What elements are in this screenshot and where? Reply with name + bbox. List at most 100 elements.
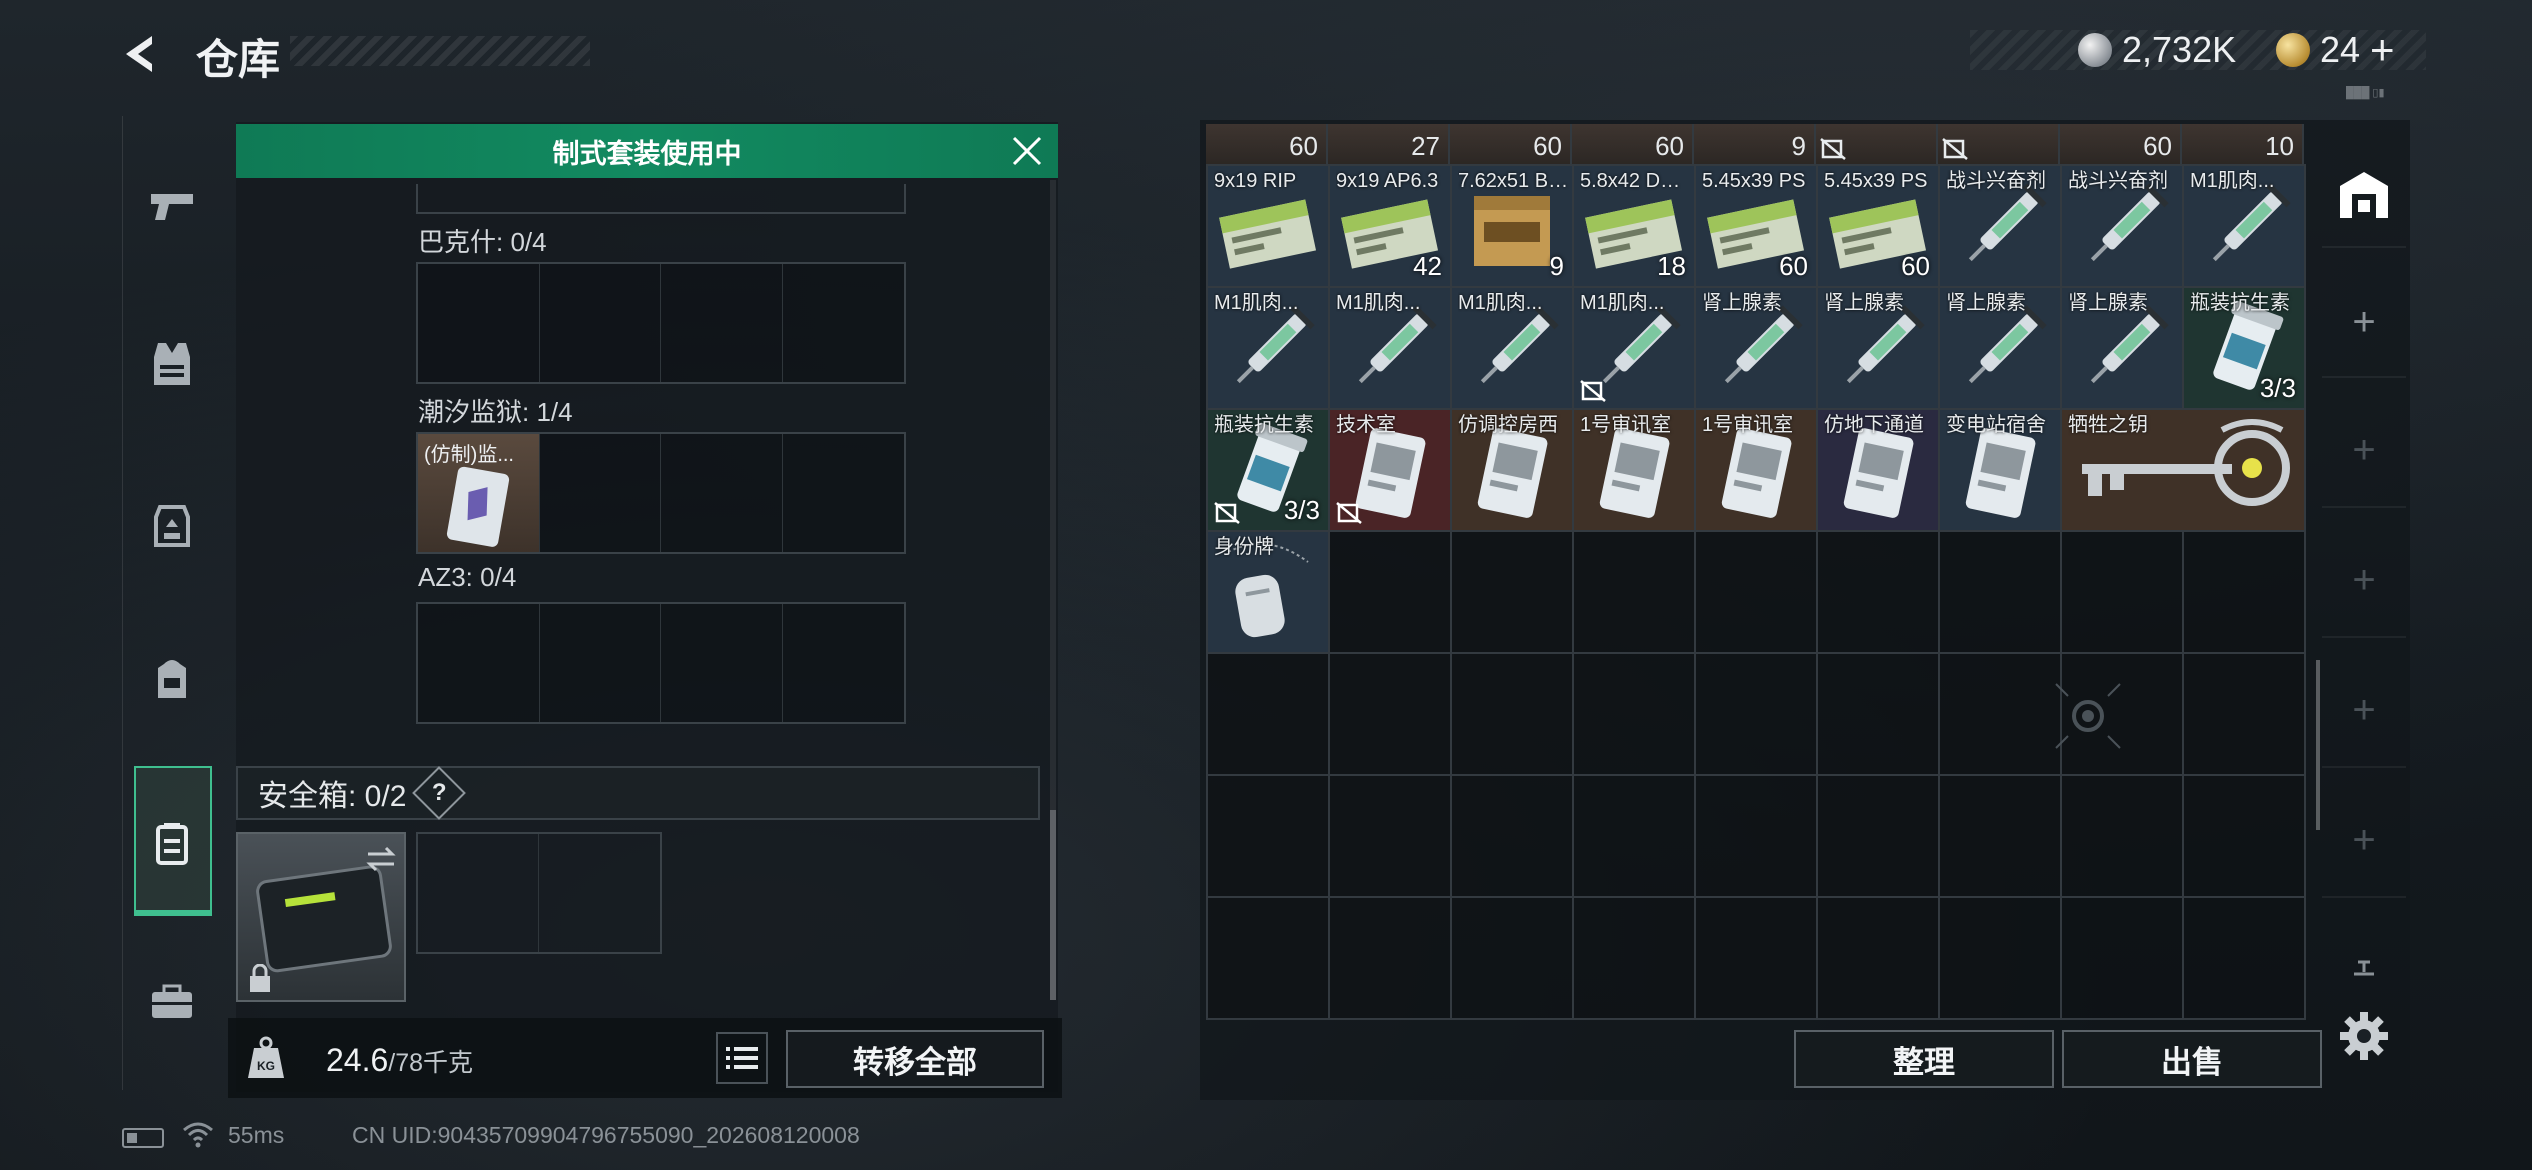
loadout-scroll-thumb[interactable] — [1050, 810, 1056, 1000]
stash-cell-partial[interactable] — [1938, 124, 2060, 164]
stash-cell-partial[interactable]: 27 — [1328, 124, 1450, 164]
slot-grid[interactable]: (仿制)监... — [416, 432, 906, 554]
stash-item[interactable]: M1肌肉... — [2184, 166, 2304, 286]
stash-cell-partial[interactable]: 60 — [1206, 124, 1328, 164]
slot-label: 巴克什: 0/4 — [418, 227, 547, 257]
gold-currency[interactable]: 24 + — [2276, 26, 2395, 74]
stash-tab-main[interactable] — [2330, 160, 2398, 228]
close-icon[interactable] — [1010, 134, 1044, 168]
stash-item[interactable]: 技术室 — [1330, 410, 1450, 530]
item-quantity: 60 — [1901, 251, 1930, 281]
list-view-button[interactable] — [716, 1032, 768, 1084]
stash-cell-partial[interactable]: 60 — [1572, 124, 1694, 164]
stash-cell-partial[interactable]: 60 — [2060, 124, 2182, 164]
add-stash-tab-button[interactable]: + — [2330, 806, 2398, 874]
stash-item[interactable]: 瓶装抗生素 3/3 — [2184, 288, 2304, 408]
item-quantity: 3/3 — [1283, 495, 1320, 525]
slot-cell[interactable] — [418, 834, 539, 952]
no-transfer-icon — [1942, 138, 1968, 160]
pistol-icon — [151, 194, 193, 220]
help-button[interactable]: ? — [412, 766, 467, 820]
stash-item[interactable]: 肾上腺素 — [1818, 288, 1938, 408]
toolbox-icon — [152, 984, 192, 1018]
nav-weapon[interactable] — [134, 168, 210, 244]
add-stash-tab-button[interactable]: + — [2330, 288, 2398, 356]
item-quantity: 60 — [1655, 131, 1684, 161]
stash-item[interactable]: 9x19 AP6.3 42 — [1330, 166, 1450, 286]
swap-icon[interactable] — [364, 844, 398, 874]
stash-cells[interactable]: 9x19 RIP 9x19 AP6.3 42 7.62x51 BPZ 9 5.8x42 D… — [1206, 164, 2306, 1020]
stash-item[interactable]: 变电站宿舍 — [1940, 410, 2060, 530]
stash-item[interactable]: 肾上腺素 — [1940, 288, 2060, 408]
safebox-slots[interactable] — [416, 832, 662, 954]
stash-item[interactable]: 瓶装抗生素 3/3 — [1208, 410, 1328, 530]
slot-cell-keycard[interactable]: (仿制)监... — [418, 434, 540, 552]
stash-cell-partial[interactable]: 60 — [1450, 124, 1572, 164]
slot-cell[interactable] — [661, 434, 783, 552]
nav-armor[interactable] — [134, 326, 210, 402]
slot-cell[interactable] — [539, 834, 660, 952]
item-name: 肾上腺素 — [1946, 292, 2026, 314]
slot-cell[interactable] — [783, 264, 905, 382]
stash-item[interactable]: 1号审讯室 — [1696, 410, 1816, 530]
nav-rig[interactable] — [134, 488, 210, 564]
slot-cell[interactable] — [418, 264, 540, 382]
stash-item[interactable]: 1号审讯室 — [1574, 410, 1694, 530]
stash-item[interactable]: 仿地下通道 — [1818, 410, 1938, 530]
lock-icon — [250, 964, 270, 992]
slot-cell[interactable] — [661, 604, 783, 722]
stash-item[interactable]: 战斗兴奋剂 — [2062, 166, 2182, 286]
nav-backpack[interactable] — [134, 640, 210, 716]
stash-item[interactable]: 仿调控房西 — [1452, 410, 1572, 530]
slot-cell[interactable] — [783, 434, 905, 552]
back-arrow-icon[interactable] — [118, 30, 166, 78]
stash-item[interactable]: 5.45x39 PS 60 — [1696, 166, 1816, 286]
no-transfer-icon — [1820, 138, 1846, 160]
nav-safebox[interactable] — [134, 806, 210, 882]
add-currency-button[interactable]: + — [2370, 26, 2395, 74]
slot-cell[interactable] — [540, 604, 661, 722]
stash-cell-partial[interactable]: 10 — [2182, 124, 2304, 164]
slot-cell[interactable] — [540, 434, 661, 552]
transfer-all-button[interactable]: 转移全部 — [786, 1030, 1044, 1088]
stash-item[interactable]: M1肌肉... — [1574, 288, 1694, 408]
stash-cell-partial[interactable] — [1816, 124, 1938, 164]
add-stash-tab-button[interactable]: + — [2330, 546, 2398, 614]
stash-item[interactable]: 肾上腺素 — [2062, 288, 2182, 408]
nav-toolbox[interactable] — [134, 964, 210, 1040]
settings-gear-icon[interactable] — [2338, 1010, 2390, 1062]
no-transfer-icon — [1336, 502, 1362, 524]
sell-button[interactable]: 出售 — [2062, 1030, 2322, 1088]
item-name: 仿地下通道 — [1824, 414, 1924, 436]
stash-item[interactable]: M1肌肉... — [1208, 288, 1328, 408]
stash-item[interactable]: 肾上腺素 — [1696, 288, 1816, 408]
safebox-case[interactable] — [236, 832, 406, 1002]
wifi-icon — [183, 1122, 213, 1148]
slot-cell[interactable] — [418, 604, 540, 722]
slot-cell[interactable] — [540, 264, 661, 382]
slot-grid[interactable] — [416, 602, 906, 724]
stash-item[interactable]: 牺牲之钥 — [2062, 410, 2304, 530]
stash-cell-partial[interactable]: 9 — [1694, 124, 1816, 164]
item-name: (仿制)监... — [424, 444, 514, 466]
battery-icon — [122, 1128, 164, 1148]
slot-cell[interactable] — [783, 604, 905, 722]
stash-item[interactable]: 5.45x39 PS 60 — [1818, 166, 1938, 286]
stash-item[interactable]: 身份牌 — [1208, 532, 1328, 652]
stash-item[interactable]: 9x19 RIP — [1208, 166, 1328, 286]
item-name: M1肌肉... — [1336, 292, 1421, 314]
stash-item[interactable]: M1肌肉... — [1452, 288, 1572, 408]
rail-divider — [2322, 896, 2406, 898]
organize-button[interactable]: 整理 — [1794, 1030, 2054, 1088]
stash-grid[interactable]: 60 27 60 60 9 60 10 9x19 RIP 9x19 AP6.3 42 7.62x5… — [1206, 124, 2306, 1020]
ping: 55ms — [228, 1122, 285, 1148]
add-stash-tab-button[interactable]: + — [2330, 676, 2398, 744]
add-stash-tab-button[interactable]: + — [2330, 416, 2398, 484]
filter-icon[interactable] — [2350, 958, 2378, 978]
slot-grid[interactable] — [416, 262, 906, 384]
stash-item[interactable]: 7.62x51 BPZ 9 — [1452, 166, 1572, 286]
stash-item[interactable]: M1肌肉... — [1330, 288, 1450, 408]
stash-item[interactable]: 5.8x42 DVP88 18 — [1574, 166, 1694, 286]
stash-item[interactable]: 战斗兴奋剂 — [1940, 166, 2060, 286]
slot-cell[interactable] — [661, 264, 783, 382]
